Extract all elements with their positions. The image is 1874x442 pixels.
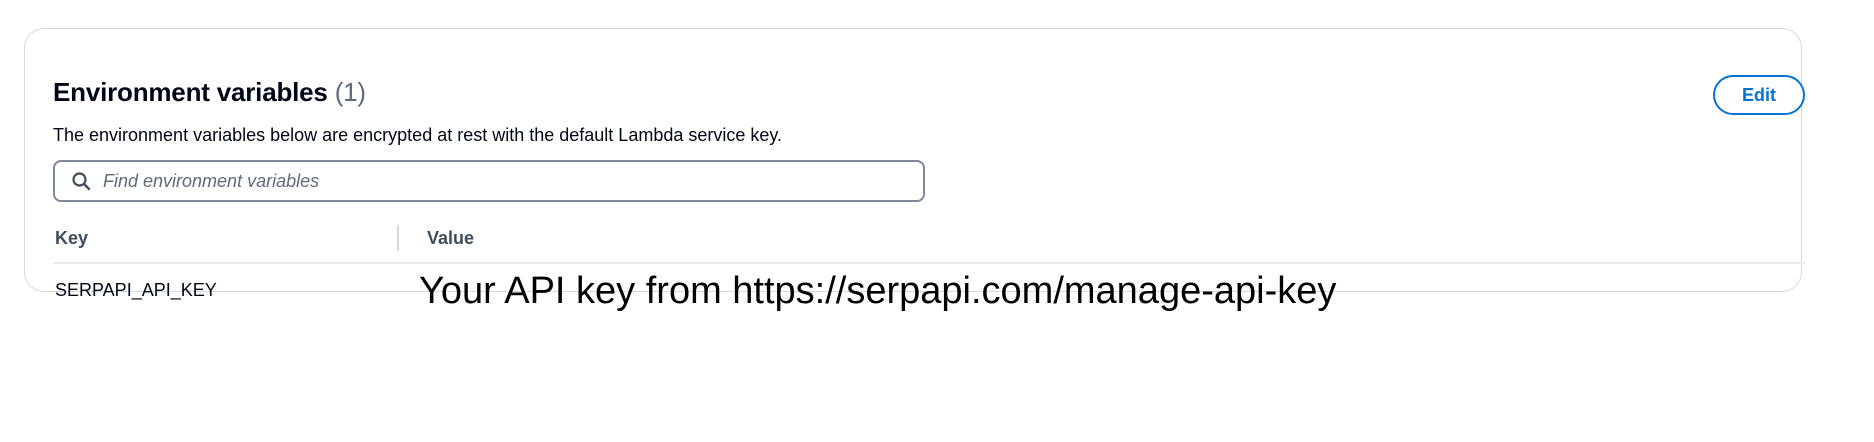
environment-variables-panel: Environment variables (1) The environmen… — [24, 28, 1805, 310]
search-icon — [71, 171, 91, 191]
variable-value: Your API key from https://serpapi.com/ma… — [419, 270, 1337, 312]
variable-count: (1) — [334, 77, 366, 107]
section-title-text: Environment variables — [53, 77, 328, 107]
search-input[interactable] — [103, 166, 863, 196]
edit-button[interactable]: Edit — [1713, 75, 1805, 115]
column-divider[interactable] — [397, 225, 399, 251]
column-header-value[interactable]: Value — [427, 229, 474, 247]
section-title: Environment variables (1) — [53, 79, 366, 105]
search-field[interactable] — [53, 160, 925, 202]
column-header-key[interactable]: Key — [55, 229, 88, 247]
section-description: The environment variables below are encr… — [53, 125, 783, 145]
variable-key: SERPAPI_API_KEY — [55, 280, 217, 300]
table-divider — [53, 262, 1805, 264]
